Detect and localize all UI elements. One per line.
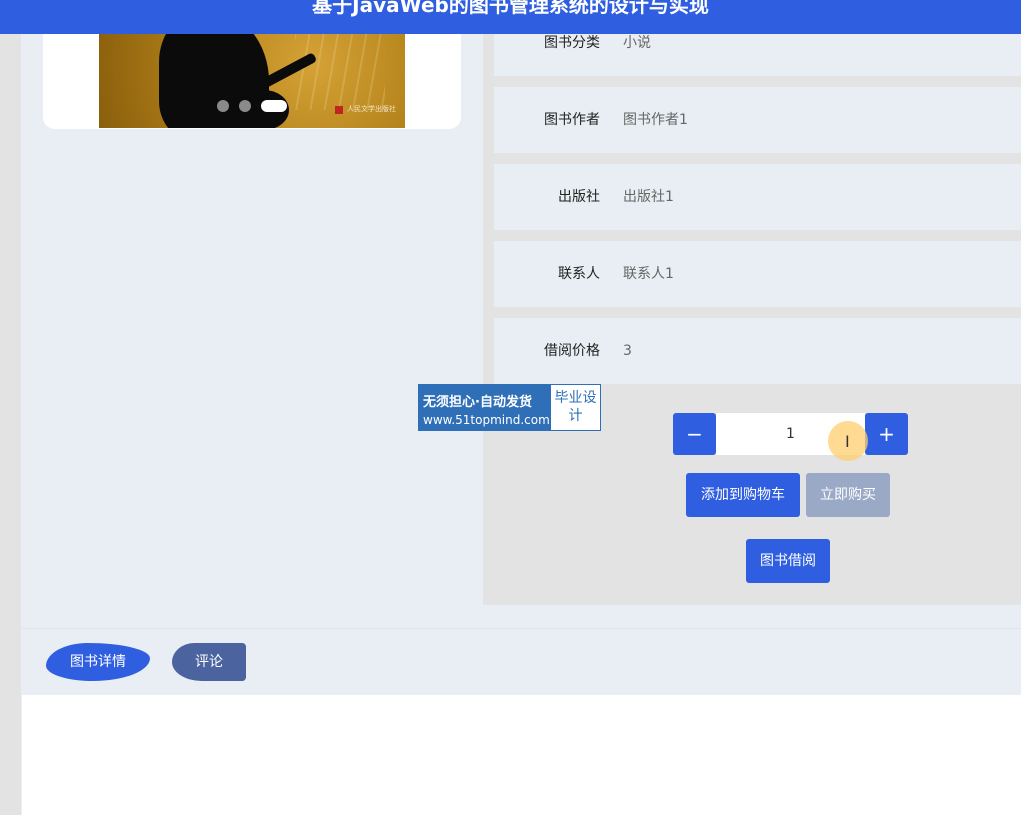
carousel-dot-1[interactable] — [217, 100, 229, 112]
top-bar: 基于JavaWeb的图书管理系统的设计与实现 — [0, 0, 1021, 34]
tab-content-area — [22, 695, 1021, 815]
detail-label: 图书作者 — [544, 112, 600, 128]
detail-value: 3 — [623, 343, 632, 359]
add-to-cart-button[interactable]: 添加到购物车 — [686, 473, 800, 517]
site-title: 基于JavaWeb的图书管理系统的设计与实现 — [312, 0, 709, 17]
buy-now-button[interactable]: 立即购买 — [806, 473, 890, 517]
carousel-dot-2[interactable] — [239, 100, 251, 112]
watermark-line-2: www.51topmind.com — [423, 413, 550, 427]
detail-row-author: 图书作者 图书作者1 — [494, 87, 1021, 153]
detail-row-price: 借阅价格 3 — [494, 318, 1021, 384]
detail-value: 图书作者1 — [623, 112, 688, 128]
detail-tabs-bar: 图书详情 评论 — [22, 628, 1021, 696]
carousel-dot-3-active[interactable] — [261, 100, 287, 112]
decrease-quantity-button[interactable]: − — [673, 413, 716, 455]
detail-row-publisher: 出版社 出版社1 — [494, 164, 1021, 230]
quantity-stepper: − + — [673, 413, 908, 455]
watermark-logo: 无须担心·自动发货 www.51topmind.com 毕业设计 — [418, 384, 601, 431]
book-cover-image: 人民文学出版社 — [99, 20, 405, 128]
detail-label: 联系人 — [558, 266, 600, 282]
publisher-seal-icon — [335, 106, 343, 114]
borrow-book-button[interactable]: 图书借阅 — [746, 539, 830, 583]
increase-quantity-button[interactable]: + — [865, 413, 908, 455]
watermark-badge: 毕业设计 — [551, 385, 600, 430]
tab-comments[interactable]: 评论 — [172, 643, 246, 681]
detail-value: 出版社1 — [623, 189, 674, 205]
detail-label: 出版社 — [558, 189, 600, 205]
detail-row-contact: 联系人 联系人1 — [494, 241, 1021, 307]
book-image-carousel[interactable]: 人民文学出版社 — [43, 20, 461, 129]
detail-value: 联系人1 — [623, 266, 674, 282]
detail-label: 借阅价格 — [544, 343, 600, 359]
publisher-mark: 人民文学出版社 — [347, 105, 396, 113]
tab-book-details[interactable]: 图书详情 — [46, 643, 150, 681]
watermark-line-1: 无须担心·自动发货 — [423, 395, 532, 410]
text-cursor-icon: I — [845, 432, 850, 451]
